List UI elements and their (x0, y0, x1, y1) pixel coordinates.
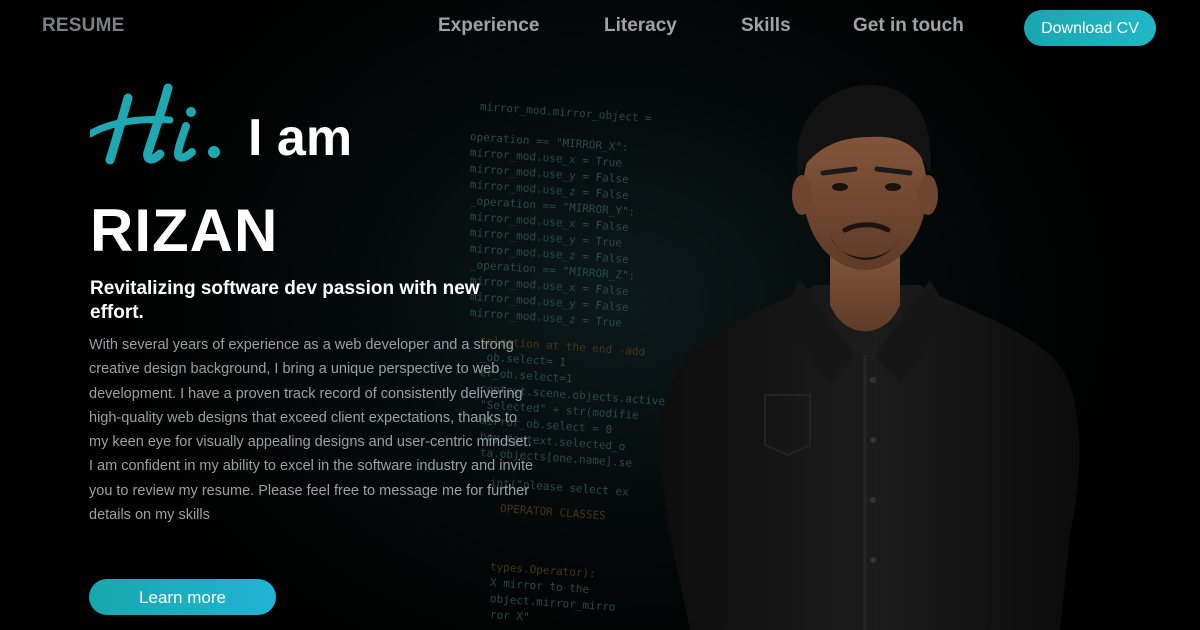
hero-name: RIZAN (90, 197, 279, 264)
nav-link-skills[interactable]: Skills (741, 15, 791, 37)
main-nav: Experience Literacy Skills Get in touch (0, 15, 1200, 41)
hero-bio: With several years of experience as a we… (89, 337, 534, 524)
nav-link-experience[interactable]: Experience (438, 15, 539, 37)
hero-tagline: Revitalizing software dev passion with n… (90, 278, 480, 323)
learn-more-button[interactable]: Learn more (89, 579, 276, 615)
hi-script-logo (90, 83, 220, 165)
hero-page: mirror_mod.mirror_object = operation == … (0, 0, 1200, 630)
nav-link-get-in-touch[interactable]: Get in touch (853, 15, 964, 37)
nav-link-literacy[interactable]: Literacy (604, 15, 677, 37)
profile-photo (661, 85, 1080, 630)
greeting-text: I am (248, 109, 353, 167)
download-cv-button[interactable]: Download CV (1024, 10, 1156, 46)
